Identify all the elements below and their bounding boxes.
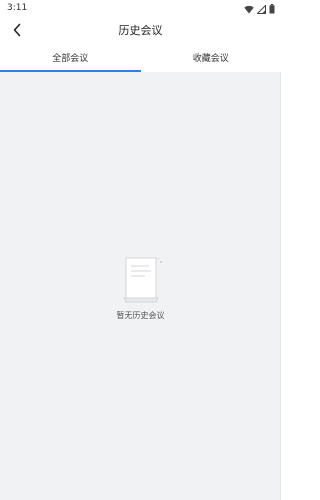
wifi-icon [244, 0, 254, 18]
document-icon [115, 256, 167, 306]
empty-state: 暂无历史会议 [0, 256, 281, 321]
tab-label: 全部会议 [52, 54, 89, 64]
tab-label: 收藏会议 [192, 54, 229, 64]
status-time: 3:11 [7, 3, 28, 13]
signal-icon [256, 0, 266, 18]
app-screen: 3:11 历史会议 全部会议 收藏会议 暂无历史会议 [0, 0, 281, 500]
meeting-list-area[interactable]: 暂无历史会议 [0, 72, 281, 500]
scroll-edge-divider [280, 72, 281, 500]
page-title: 历史会议 [118, 24, 163, 37]
tab-favorite-meetings[interactable]: 收藏会议 [141, 48, 282, 72]
battery-icon [269, 0, 275, 18]
status-icons [244, 3, 275, 14]
status-bar: 3:11 [0, 0, 281, 16]
tab-all-meetings[interactable]: 全部会议 [0, 48, 141, 72]
empty-message: 暂无历史会议 [116, 311, 165, 320]
tab-bar: 全部会议 收藏会议 [0, 48, 281, 72]
app-header: 历史会议 [0, 16, 281, 48]
